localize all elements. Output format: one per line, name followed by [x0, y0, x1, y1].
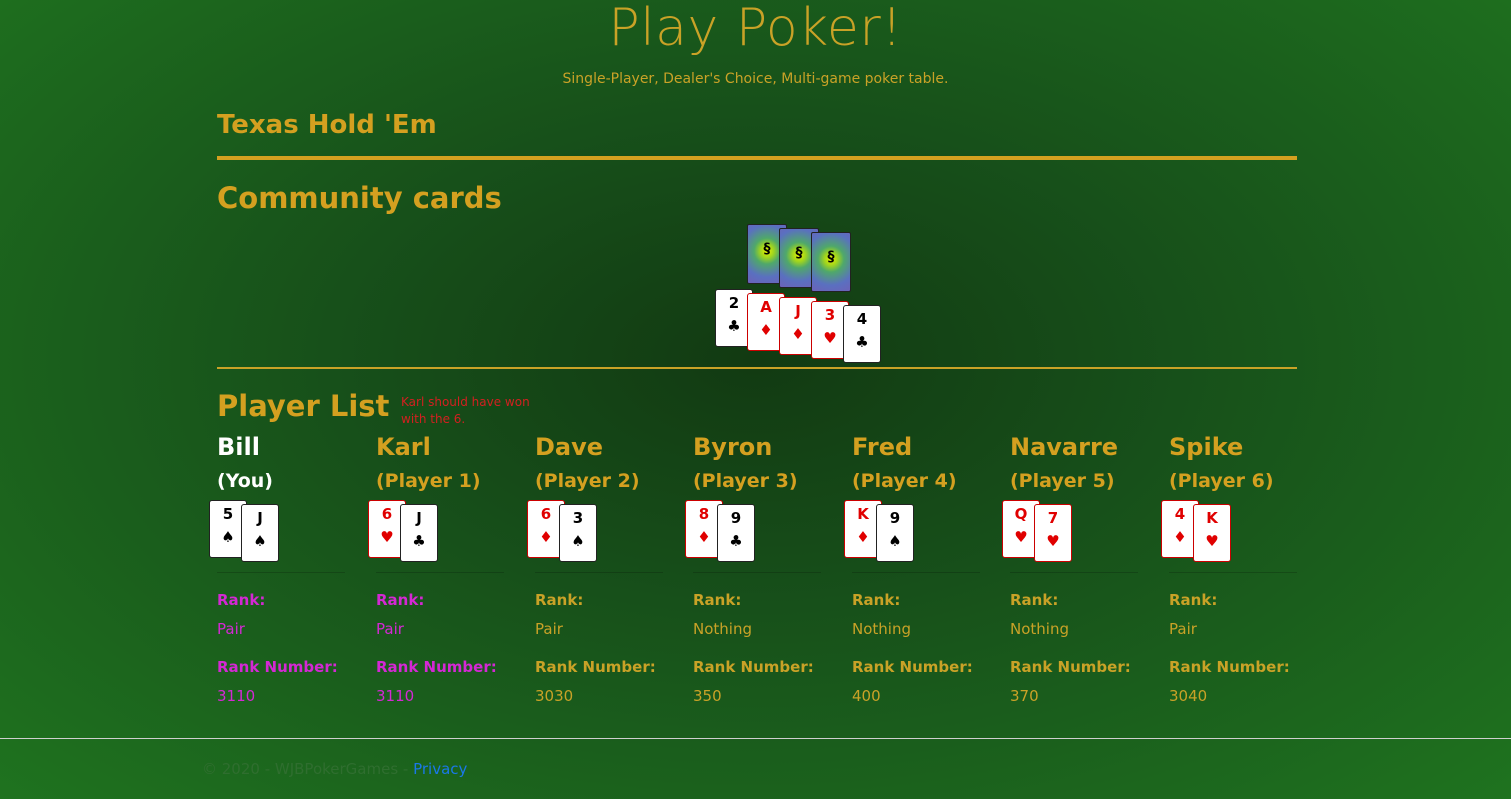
player-divider	[852, 572, 980, 573]
player-role: (Player 4)	[852, 470, 957, 492]
player-role: (Player 5)	[1010, 470, 1115, 492]
community-card: 4 ♣	[843, 305, 881, 363]
rank-value: Nothing	[693, 620, 752, 638]
rank-value: Pair	[376, 620, 404, 638]
rank-label: Rank:	[376, 591, 425, 609]
privacy-link[interactable]: Privacy	[413, 760, 467, 778]
player-divider	[535, 572, 663, 573]
rank-label: Rank:	[852, 591, 901, 609]
player-role: (Player 2)	[535, 470, 640, 492]
rank-number-value: 370	[1010, 687, 1039, 705]
player-divider	[693, 572, 821, 573]
rank-number-value: 350	[693, 687, 722, 705]
footer-copyright: © 2020 - WJBPokerGames -	[202, 760, 414, 778]
card-rank: 9	[730, 509, 742, 527]
card-rank: 3	[572, 509, 584, 527]
card-suit: ♣	[412, 532, 426, 550]
community-cards-title: Community cards	[217, 181, 502, 215]
rank-value: Pair	[1169, 620, 1197, 638]
hole-card: J ♣	[400, 504, 438, 562]
player-name: Spike	[1169, 433, 1244, 461]
hole-card: K ♥	[1193, 504, 1231, 562]
player-role: (Player 1)	[376, 470, 481, 492]
hole-card: J ♠	[241, 504, 279, 562]
hole-card: 7 ♥	[1034, 504, 1072, 562]
card-suit: ♣	[855, 333, 869, 351]
rank-label: Rank:	[693, 591, 742, 609]
rank-number-label: Rank Number:	[1010, 658, 1131, 676]
card-rank: 7	[1047, 509, 1059, 527]
rank-number-value: 3040	[1169, 687, 1208, 705]
card-suit: ♥	[1205, 532, 1219, 550]
player-role: (Player 6)	[1169, 470, 1274, 492]
player-divider	[217, 572, 345, 573]
player-name: Fred	[852, 433, 913, 461]
rank-number-value: 3030	[535, 687, 574, 705]
rank-label: Rank:	[535, 591, 584, 609]
rank-number-value: 3110	[376, 687, 415, 705]
card-rank: 9	[889, 509, 901, 527]
game-name: Texas Hold 'Em	[217, 110, 437, 140]
rank-number-label: Rank Number:	[217, 658, 338, 676]
rank-label: Rank:	[217, 591, 266, 609]
annotation-note: Karl should have won with the 6.	[401, 395, 530, 426]
page-title: Play Poker!	[608, 0, 903, 58]
card-rank: 4	[856, 310, 868, 328]
card-suit: ♠	[253, 532, 267, 550]
hole-card: 9 ♠	[876, 504, 914, 562]
rank-number-label: Rank Number:	[535, 658, 656, 676]
player-name: Bill	[217, 433, 260, 461]
card-rank: K	[1206, 509, 1218, 527]
rank-value: Pair	[535, 620, 563, 638]
player-name: Dave	[535, 433, 604, 461]
rank-number-label: Rank Number:	[376, 658, 497, 676]
player-divider	[1169, 572, 1297, 573]
footer-divider	[0, 738, 1511, 739]
card-back-symbol: §	[827, 249, 835, 265]
card-suit: ♠	[888, 532, 902, 550]
rank-number-label: Rank Number:	[693, 658, 814, 676]
rank-label: Rank:	[1169, 591, 1218, 609]
card-rank: J	[257, 509, 263, 527]
card-suit: ♣	[729, 532, 743, 550]
card-suit: ♥	[1046, 532, 1060, 550]
player-role: (Player 3)	[693, 470, 798, 492]
rank-value: Nothing	[1010, 620, 1069, 638]
rank-value: Nothing	[852, 620, 911, 638]
section-divider	[217, 367, 1297, 369]
rank-number-value: 400	[852, 687, 881, 705]
player-name: Navarre	[1010, 433, 1119, 461]
rank-number-label: Rank Number:	[1169, 658, 1290, 676]
footer: © 2020 - WJBPokerGames - Privacy	[202, 760, 467, 778]
section-divider	[217, 156, 1297, 160]
player-list-title: Player List	[217, 389, 390, 423]
rank-number-value: 3110	[217, 687, 256, 705]
player-name: Karl	[376, 433, 431, 461]
hole-card: 3 ♠	[559, 504, 597, 562]
face-down-card: §	[811, 232, 851, 292]
card-suit: ♠	[571, 532, 585, 550]
rank-number-label: Rank Number:	[852, 658, 973, 676]
page-subtitle: Single-Player, Dealer's Choice, Multi-ga…	[562, 71, 949, 87]
player-role: (You)	[217, 470, 273, 492]
rank-value: Pair	[217, 620, 245, 638]
player-divider	[1010, 572, 1138, 573]
rank-label: Rank:	[1010, 591, 1059, 609]
card-rank: J	[416, 509, 422, 527]
hole-card: 9 ♣	[717, 504, 755, 562]
player-divider	[376, 572, 504, 573]
player-name: Byron	[693, 433, 773, 461]
